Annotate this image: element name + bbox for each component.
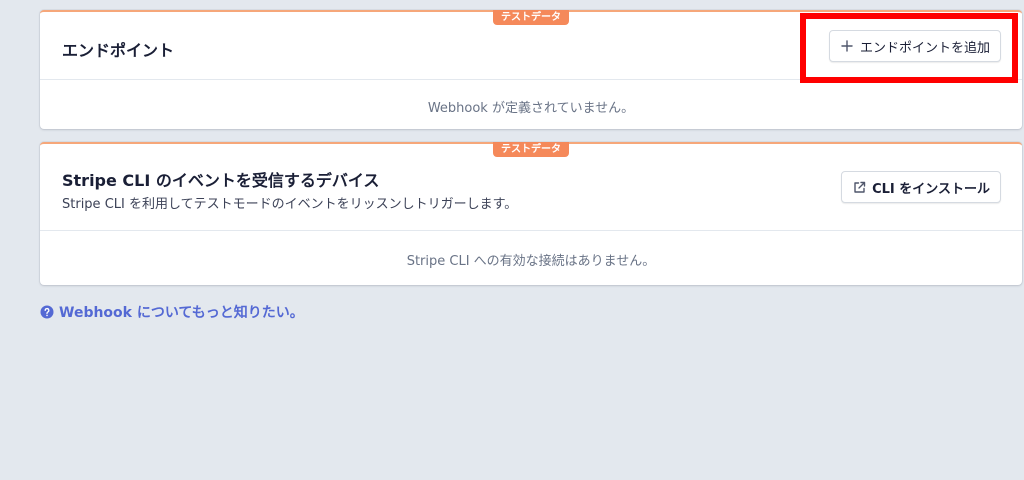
endpoints-empty-message: Webhook が定義されていません。	[427, 101, 635, 116]
external-link-icon	[852, 180, 866, 194]
install-cli-label: CLI をインストール	[872, 181, 990, 197]
question-circle-icon	[40, 305, 54, 319]
learn-more-webhooks-link[interactable]: Webhook についてもっと知りたい。	[40, 302, 304, 322]
endpoints-card-header: エンドポイント エンドポイントを追加	[40, 12, 1022, 80]
add-endpoint-label: エンドポイントを追加	[859, 40, 990, 56]
cli-devices-title: Stripe CLI のイベントを受信するデバイス	[62, 171, 380, 190]
add-endpoint-button[interactable]: エンドポイントを追加	[828, 30, 1001, 62]
cli-card-header: Stripe CLI のイベントを受信するデバイス Stripe CLI を利用…	[40, 144, 1022, 231]
install-cli-button[interactable]: CLI をインストール	[841, 171, 1001, 203]
cli-empty-message: Stripe CLI への有効な接続はありません。	[406, 254, 656, 269]
endpoints-card: テストデータ エンドポイント エンドポイントを追加 Webhook が定義されて…	[40, 10, 1022, 129]
cli-devices-subtitle: Stripe CLI を利用してテストモードのイベントをリッスンしトリガーします…	[62, 197, 518, 212]
learn-more-label: Webhook についてもっと知りたい。	[59, 305, 304, 321]
plus-icon	[840, 39, 854, 53]
webhooks-page: テストデータ エンドポイント エンドポイントを追加 Webhook が定義されて…	[0, 0, 1024, 480]
endpoints-title: エンドポイント	[62, 41, 175, 60]
cli-devices-card: テストデータ Stripe CLI のイベントを受信するデバイス Stripe …	[40, 142, 1022, 285]
